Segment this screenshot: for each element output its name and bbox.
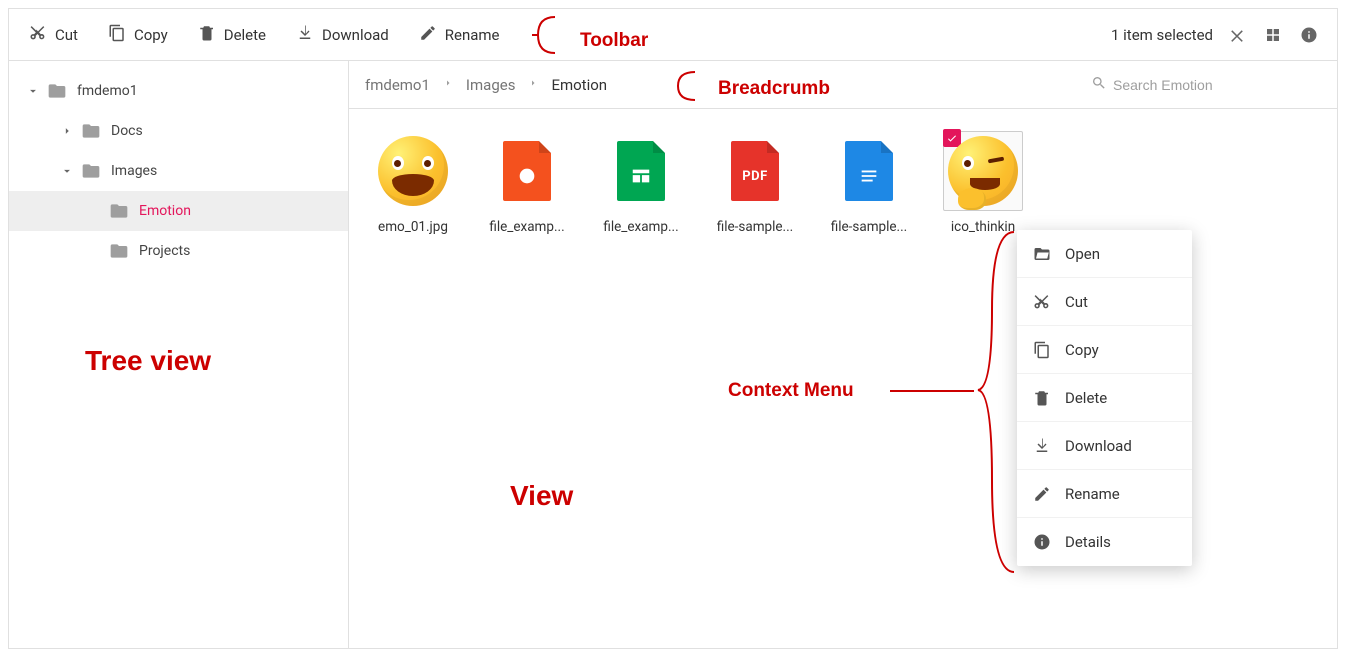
ctx-label: Download xyxy=(1065,437,1132,455)
open-folder-icon xyxy=(1033,245,1051,263)
toolbar: Cut Copy Delete Download Rename 1 item s… xyxy=(9,9,1337,61)
search-icon xyxy=(1091,75,1107,95)
file-thumbnail xyxy=(373,131,453,211)
breadcrumb-item[interactable]: Emotion xyxy=(551,76,607,94)
file-tile[interactable]: emo_01.jpg xyxy=(359,127,467,239)
file-tile[interactable]: ico_thinkin xyxy=(929,127,1037,239)
copy-icon xyxy=(1033,341,1051,359)
delete-label: Delete xyxy=(224,26,266,44)
view-toggle-button[interactable] xyxy=(1255,17,1291,53)
xls-icon xyxy=(617,141,665,201)
close-icon xyxy=(1228,26,1246,44)
folder-icon xyxy=(47,81,67,101)
ctx-cut[interactable]: Cut xyxy=(1017,278,1192,326)
tree-item-emotion[interactable]: Emotion xyxy=(9,191,348,231)
chevron-right-icon xyxy=(527,77,539,93)
rename-icon xyxy=(419,24,437,46)
download-icon xyxy=(1033,437,1051,455)
file-tile[interactable]: PDF file-sample... xyxy=(701,127,809,239)
file-tile[interactable]: file_examp... xyxy=(473,127,581,239)
chevron-right-icon xyxy=(442,77,454,93)
ctx-rename[interactable]: Rename xyxy=(1017,470,1192,518)
breadcrumb-item[interactable]: Images xyxy=(466,76,516,94)
tree-label: Images xyxy=(111,163,157,179)
tree-label: Projects xyxy=(139,243,190,259)
ctx-label: Copy xyxy=(1065,341,1099,359)
file-thumbnail: PDF xyxy=(715,131,795,211)
delete-icon xyxy=(198,24,216,46)
search-box[interactable] xyxy=(1091,75,1321,95)
chevron-down-icon[interactable] xyxy=(19,84,47,98)
file-name: ico_thinkin xyxy=(951,219,1015,235)
file-name: file-sample... xyxy=(717,219,794,235)
copy-label: Copy xyxy=(134,26,168,44)
ctx-download[interactable]: Download xyxy=(1017,422,1192,470)
cut-label: Cut xyxy=(55,26,78,44)
file-thumbnail xyxy=(829,131,909,211)
tree-label: Docs xyxy=(111,123,143,139)
ctx-label: Rename xyxy=(1065,485,1120,503)
emoji-shocked-icon xyxy=(378,136,448,206)
folder-icon xyxy=(81,161,101,181)
delete-icon xyxy=(1033,389,1051,407)
cut-icon xyxy=(29,24,47,46)
folder-icon xyxy=(109,241,129,261)
rename-icon xyxy=(1033,485,1051,503)
tree-label: Emotion xyxy=(139,203,191,219)
search-input[interactable] xyxy=(1113,77,1321,93)
tree-item-fmdemo1[interactable]: fmdemo1 xyxy=(9,71,348,111)
file-thumbnail xyxy=(487,131,567,211)
details-button[interactable] xyxy=(1291,17,1327,53)
ctx-delete[interactable]: Delete xyxy=(1017,374,1192,422)
breadcrumb: fmdemo1 Images Emotion xyxy=(349,61,1337,109)
ppt-icon xyxy=(503,141,551,201)
ctx-open[interactable]: Open xyxy=(1017,230,1192,278)
context-menu: Open Cut Copy Delete Download Rename Det… xyxy=(1017,230,1192,566)
selection-status: 1 item selected xyxy=(1111,26,1213,44)
file-name: file_examp... xyxy=(603,219,678,235)
tree-view: fmdemo1 Docs Images Emotion Projects xyxy=(9,61,349,648)
ctx-label: Open xyxy=(1065,245,1100,263)
file-tile[interactable]: file-sample... xyxy=(815,127,923,239)
copy-button[interactable]: Copy xyxy=(98,18,178,52)
download-label: Download xyxy=(322,26,389,44)
cut-button[interactable]: Cut xyxy=(19,18,88,52)
folder-icon xyxy=(81,121,101,141)
file-name: emo_01.jpg xyxy=(378,219,448,235)
tree-item-images[interactable]: Images xyxy=(9,151,348,191)
ctx-label: Delete xyxy=(1065,389,1107,407)
doc-icon xyxy=(845,141,893,201)
delete-button[interactable]: Delete xyxy=(188,18,276,52)
grid-icon xyxy=(1264,26,1282,44)
ctx-details[interactable]: Details xyxy=(1017,518,1192,566)
emoji-thinking-icon xyxy=(948,136,1018,206)
info-icon xyxy=(1033,533,1051,551)
cut-icon xyxy=(1033,293,1051,311)
tree-item-projects[interactable]: Projects xyxy=(9,231,348,271)
download-icon xyxy=(296,24,314,46)
breadcrumb-item[interactable]: fmdemo1 xyxy=(365,76,430,94)
clear-selection-button[interactable] xyxy=(1219,17,1255,53)
file-thumbnail xyxy=(601,131,681,211)
chevron-right-icon[interactable] xyxy=(53,124,81,138)
folder-icon xyxy=(109,201,129,221)
rename-label: Rename xyxy=(445,26,500,44)
chevron-down-icon[interactable] xyxy=(53,164,81,178)
pdf-icon: PDF xyxy=(731,141,779,201)
ctx-copy[interactable]: Copy xyxy=(1017,326,1192,374)
ctx-label: Cut xyxy=(1065,293,1088,311)
file-tile[interactable]: file_examp... xyxy=(587,127,695,239)
file-name: file-sample... xyxy=(831,219,908,235)
rename-button[interactable]: Rename xyxy=(409,18,510,52)
copy-icon xyxy=(108,24,126,46)
file-name: file_examp... xyxy=(489,219,564,235)
tree-item-docs[interactable]: Docs xyxy=(9,111,348,151)
download-button[interactable]: Download xyxy=(286,18,399,52)
tree-label: fmdemo1 xyxy=(77,83,138,99)
ctx-label: Details xyxy=(1065,533,1111,551)
info-icon xyxy=(1300,26,1318,44)
